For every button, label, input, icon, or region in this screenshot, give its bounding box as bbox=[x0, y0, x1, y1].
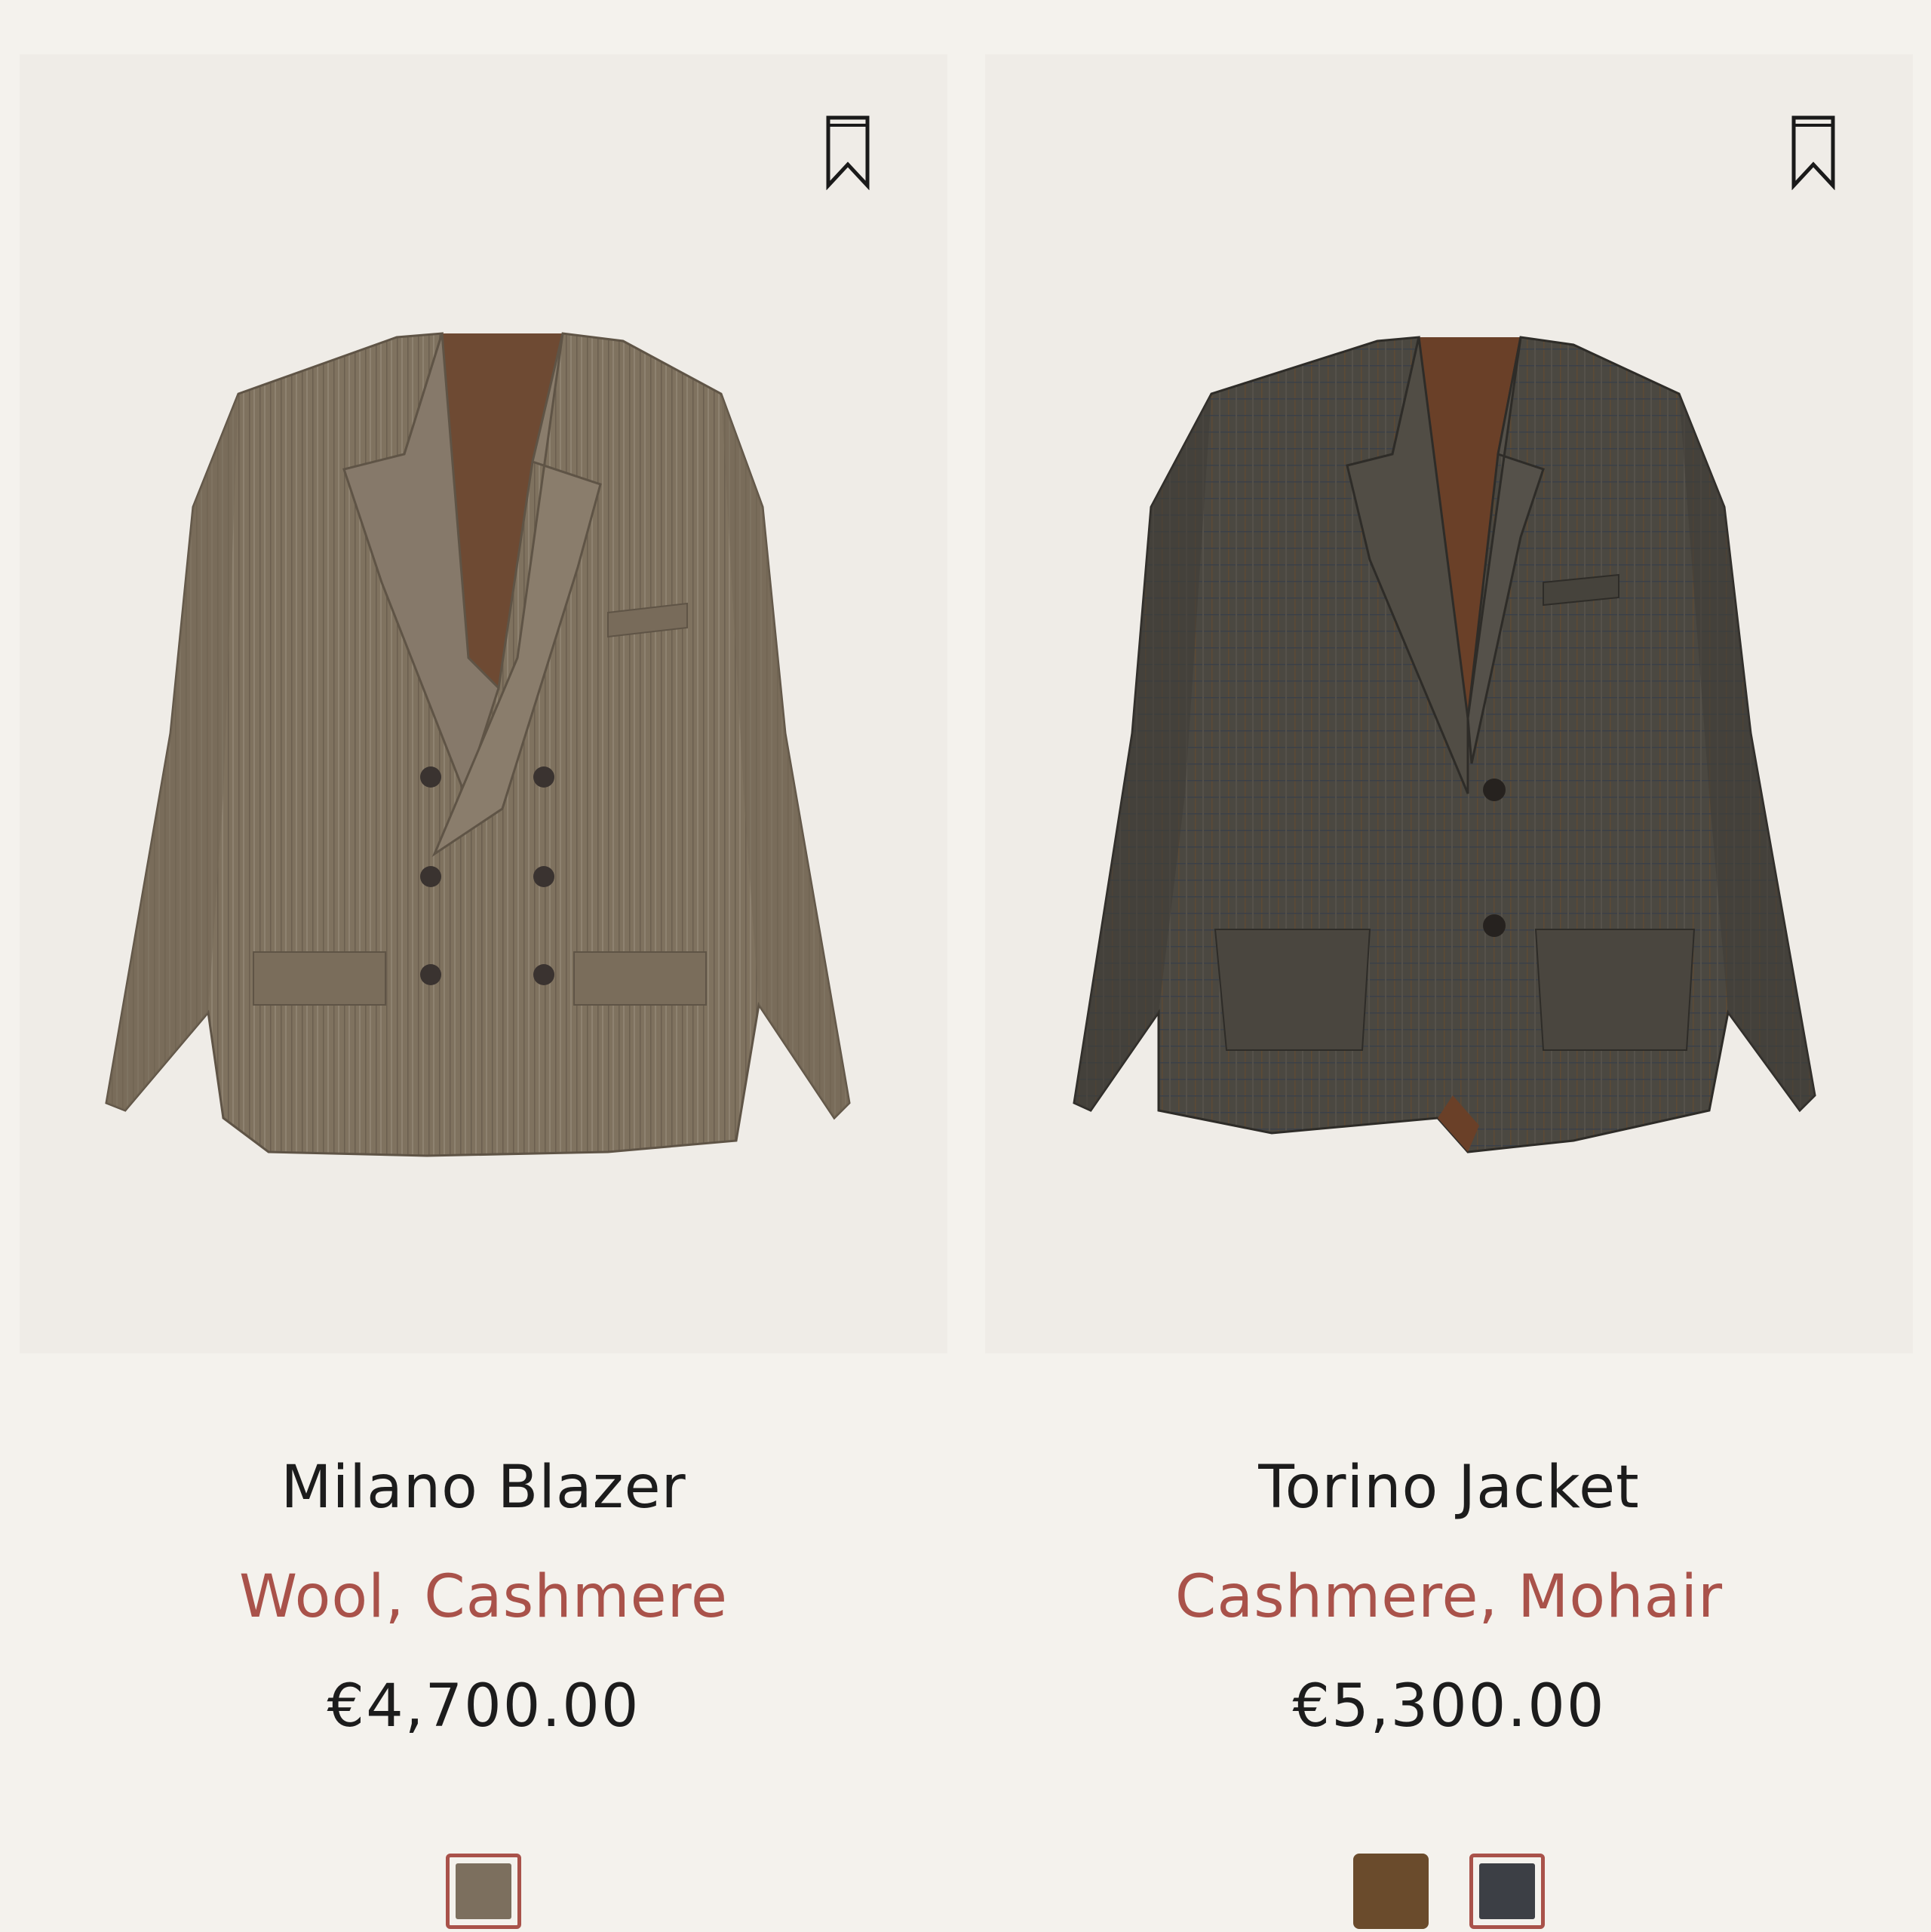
product-materials: Cashmere, Mohair bbox=[1174, 1563, 1724, 1631]
product-image-panel[interactable] bbox=[20, 54, 947, 1353]
bookmark-icon[interactable] bbox=[1789, 115, 1837, 190]
product-materials: Wool, Cashmere bbox=[239, 1563, 728, 1631]
color-swatch-brown[interactable] bbox=[1353, 1854, 1429, 1929]
torino-jacket-image bbox=[1045, 266, 1853, 1186]
product-name[interactable]: Torino Jacket bbox=[985, 1450, 1913, 1525]
product-price: €5,300.00 bbox=[1292, 1672, 1606, 1740]
product-image-panel[interactable] bbox=[985, 54, 1913, 1353]
product-price: €4,700.00 bbox=[327, 1672, 640, 1740]
product-name[interactable]: Milano Blazer bbox=[20, 1450, 947, 1525]
bookmark-icon[interactable] bbox=[824, 115, 872, 190]
color-swatch-grey-selected[interactable] bbox=[1469, 1854, 1545, 1929]
color-swatch-selected[interactable] bbox=[446, 1854, 521, 1929]
color-swatches bbox=[985, 1854, 1913, 1932]
milano-blazer-image bbox=[80, 266, 887, 1186]
product-card-milano-blazer[interactable]: Milano Blazer Wool, Cashmere €4,700.00 bbox=[20, 54, 947, 1931]
product-card-torino-jacket[interactable]: Torino Jacket Cashmere, Mohair €5,300.00 bbox=[985, 54, 1913, 1931]
color-swatches bbox=[20, 1854, 947, 1932]
